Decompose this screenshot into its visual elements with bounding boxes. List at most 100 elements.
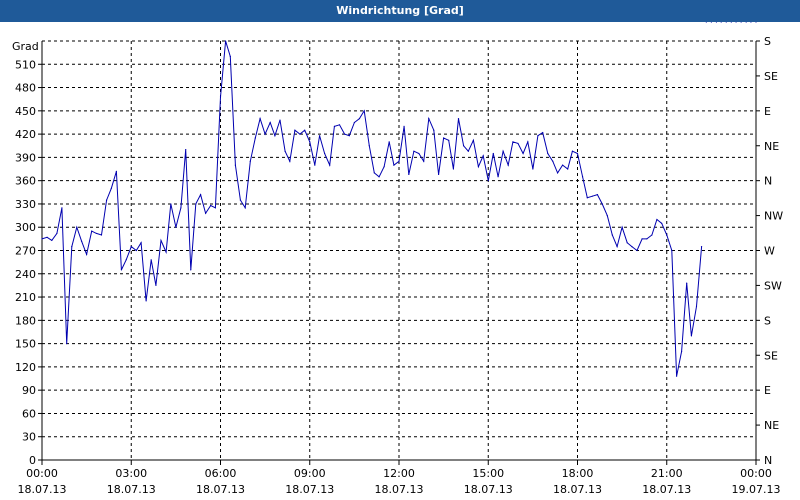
data-point <box>120 269 123 271</box>
right-tick-label: E <box>764 384 771 397</box>
data-point <box>318 135 321 137</box>
data-point <box>586 197 588 199</box>
x-tick-time: 06:00 <box>205 467 237 480</box>
data-point <box>646 238 648 240</box>
y-tick-label: 150 <box>15 338 36 351</box>
data-point <box>581 176 584 178</box>
data-point <box>304 129 306 131</box>
data-point <box>224 40 227 42</box>
data-point <box>715 22 718 23</box>
data-point <box>542 131 544 134</box>
data-point <box>388 141 390 143</box>
data-point <box>244 207 246 209</box>
right-tick-label: NE <box>764 419 779 432</box>
data-point <box>517 142 519 145</box>
data-point <box>725 22 727 23</box>
data-point <box>46 236 48 238</box>
data-point <box>428 117 430 120</box>
y-tick-label: 480 <box>15 82 36 95</box>
data-point <box>418 152 420 155</box>
data-point <box>259 117 261 120</box>
data-point <box>750 22 752 23</box>
x-tick-date: 18.07.13 <box>285 483 334 496</box>
data-point <box>695 305 698 307</box>
data-point <box>373 172 375 174</box>
data-point <box>264 133 266 135</box>
right-tick-label: S <box>764 314 771 327</box>
data-point <box>552 160 554 162</box>
data-point <box>656 218 658 221</box>
data-point <box>705 22 707 23</box>
data-point <box>745 22 747 23</box>
data-point <box>348 135 350 137</box>
data-point <box>576 152 579 155</box>
data-point <box>681 350 683 352</box>
y-tick-label: 60 <box>22 407 36 420</box>
data-point <box>547 152 549 155</box>
x-tick-time: 12:00 <box>383 467 415 480</box>
data-point <box>324 152 326 155</box>
data-point <box>492 152 494 155</box>
y-tick-label: 360 <box>15 175 36 188</box>
right-tick-label: NE <box>764 140 779 153</box>
data-point <box>150 259 152 261</box>
x-tick-date: 18.07.13 <box>107 483 156 496</box>
data-point <box>135 249 137 252</box>
y-tick-label: 330 <box>15 198 36 211</box>
data-point <box>393 164 395 166</box>
x-tick-time: 09:00 <box>294 467 326 480</box>
data-point <box>522 152 524 155</box>
data-point <box>567 168 569 170</box>
data-point <box>76 226 78 228</box>
data-point <box>601 203 603 205</box>
data-point <box>507 164 509 166</box>
data-point <box>239 199 242 201</box>
data-point <box>91 230 93 232</box>
y-tick-label: 300 <box>15 221 36 234</box>
x-tick-date: 18.07.13 <box>642 483 691 496</box>
data-point <box>61 207 63 209</box>
data-point <box>363 110 365 112</box>
data-point <box>671 249 673 252</box>
x-axis-ticks: 00:00 18.07.13 03:00 18.07.13 06:00 18.07.13 0… <box>18 460 780 496</box>
data-point <box>423 160 425 162</box>
data-point <box>755 22 757 23</box>
data-point <box>383 166 385 168</box>
data-point <box>591 195 593 197</box>
data-point <box>413 150 415 152</box>
data-point <box>571 150 574 152</box>
wind-direction-chart: 0 30 60 90 120 150 180 210 240 270 300 330 360 390 420… <box>12 22 783 496</box>
data-point <box>66 343 68 345</box>
data-point <box>100 234 103 236</box>
data-point <box>190 269 192 271</box>
data-point <box>343 133 346 135</box>
data-point <box>86 253 88 255</box>
data-point <box>358 117 361 120</box>
data-point <box>641 238 643 240</box>
data-point <box>249 160 251 162</box>
data-point <box>512 141 514 143</box>
series-line <box>41 40 703 377</box>
x-tick-time: 15:00 <box>472 467 504 480</box>
x-tick-time: 03:00 <box>115 467 147 480</box>
data-point <box>562 164 564 166</box>
data-point <box>487 180 489 182</box>
data-point <box>666 234 668 236</box>
data-point <box>537 135 539 137</box>
data-point <box>95 232 98 235</box>
data-point <box>497 176 499 178</box>
y-tick-label: 210 <box>15 291 36 304</box>
data-point <box>606 214 608 217</box>
data-point <box>71 246 73 248</box>
data-point <box>254 137 256 139</box>
data-point <box>299 133 301 135</box>
right-axis-ticks: N NE E SE S SW W NW N NE E SE S <box>756 35 783 467</box>
data-point <box>368 145 370 147</box>
grid-lines <box>42 40 756 460</box>
data-point <box>556 172 559 174</box>
data-point <box>41 238 43 240</box>
data-point <box>195 203 197 205</box>
x-tick-date: 18.07.13 <box>464 483 513 496</box>
right-tick-label: N <box>764 175 772 188</box>
data-point <box>165 251 167 253</box>
